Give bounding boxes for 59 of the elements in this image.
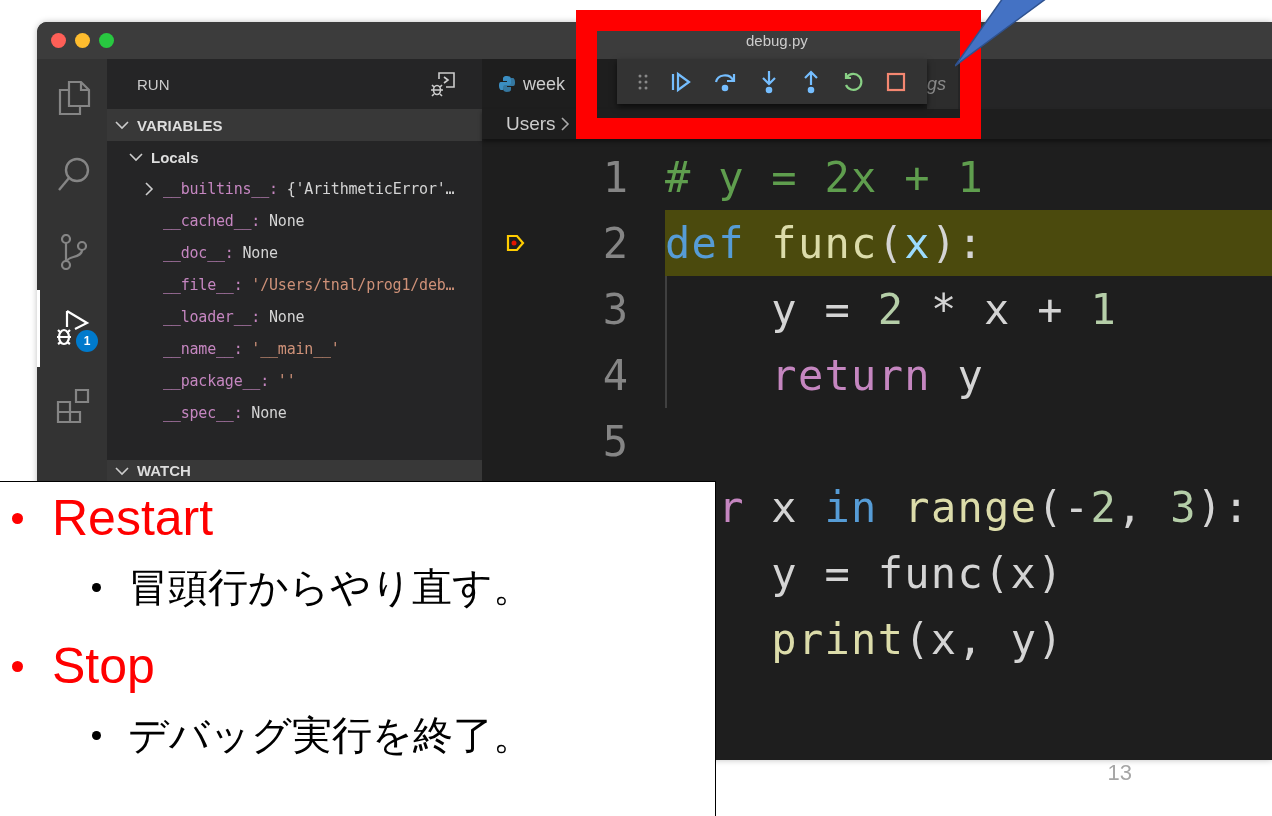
python-icon xyxy=(498,75,516,93)
continue-icon[interactable] xyxy=(669,70,692,93)
page-number: 13 xyxy=(1107,760,1132,786)
variable-entry[interactable]: __name__: '__main__' xyxy=(163,340,340,358)
notification-badge: 1 xyxy=(76,330,98,352)
variable-entry[interactable]: __loader__: None xyxy=(163,308,305,326)
variable-entry[interactable]: __package__: '' xyxy=(163,372,296,390)
restart-icon[interactable] xyxy=(842,70,865,93)
code-line: y = func(x) xyxy=(770,548,1064,598)
code-line: r x in range(-2, 3): xyxy=(717,482,1250,532)
chevron-icon[interactable] xyxy=(144,182,154,196)
files-icon[interactable] xyxy=(56,79,91,116)
code-line: y = 2 * x + 1 xyxy=(770,284,1117,334)
section-title: WATCH xyxy=(137,462,191,479)
editor-tab[interactable]: week xyxy=(482,59,576,109)
line-number: 3 xyxy=(602,284,628,334)
code-line: print(x, y) xyxy=(770,614,1064,664)
code-line: return y xyxy=(770,350,985,400)
variable-entry[interactable]: __spec__: None xyxy=(163,404,287,422)
section-header[interactable]: WATCH xyxy=(107,460,482,481)
window-title: debug.py xyxy=(746,32,808,49)
panel-title: RUN xyxy=(137,75,170,93)
scope-label: Locals xyxy=(151,148,199,166)
branch-icon[interactable] xyxy=(59,233,88,270)
bullet-icon xyxy=(92,582,101,592)
editor-tab[interactable]: gs xyxy=(927,59,958,109)
section-header[interactable]: VARIABLES xyxy=(107,109,482,141)
close-button[interactable] xyxy=(51,33,66,48)
line-number: 4 xyxy=(602,350,628,400)
chevron-icon xyxy=(115,465,129,476)
bullet-icon xyxy=(12,512,23,524)
bullet-text: デバッグ実行を終了。 xyxy=(128,711,533,759)
chevron-icon xyxy=(129,152,143,162)
section-title: VARIABLES xyxy=(137,116,223,134)
line-number: 2 xyxy=(602,218,628,268)
bullet-title: Restart xyxy=(52,489,214,547)
bullet-title: Stop xyxy=(52,637,155,695)
variable-entry[interactable]: __cached__: None xyxy=(163,212,305,230)
minimize-button[interactable] xyxy=(75,33,90,48)
bullet-text: 冒頭行からやり直す。 xyxy=(128,563,533,611)
drag-handle-icon[interactable] xyxy=(637,73,648,90)
code-line: def func(x): xyxy=(665,218,985,268)
extensions-icon[interactable] xyxy=(55,387,92,424)
maximize-button[interactable] xyxy=(99,33,114,48)
line-number: 1 xyxy=(602,152,628,202)
search-icon[interactable] xyxy=(56,156,91,193)
variable-entry[interactable]: __file__: '/Users/tnal/prog1/deb… xyxy=(163,276,455,294)
scope-row[interactable]: Locals xyxy=(107,141,482,173)
chevron-icon xyxy=(559,116,570,132)
chevron-icon xyxy=(115,120,129,130)
variable-entry[interactable]: __doc__: None xyxy=(163,244,278,262)
stop-icon[interactable] xyxy=(886,71,907,92)
bullet-icon xyxy=(12,660,23,672)
variable-entry[interactable]: __builtins__: {'ArithmeticError'… xyxy=(163,180,455,198)
line-number: 5 xyxy=(602,416,628,466)
code-line: # y = 2x + 1 xyxy=(665,152,985,202)
breadcrumb-item[interactable]: Users xyxy=(506,113,556,135)
debug-console-icon[interactable] xyxy=(430,71,456,97)
bullet-icon xyxy=(92,730,101,740)
